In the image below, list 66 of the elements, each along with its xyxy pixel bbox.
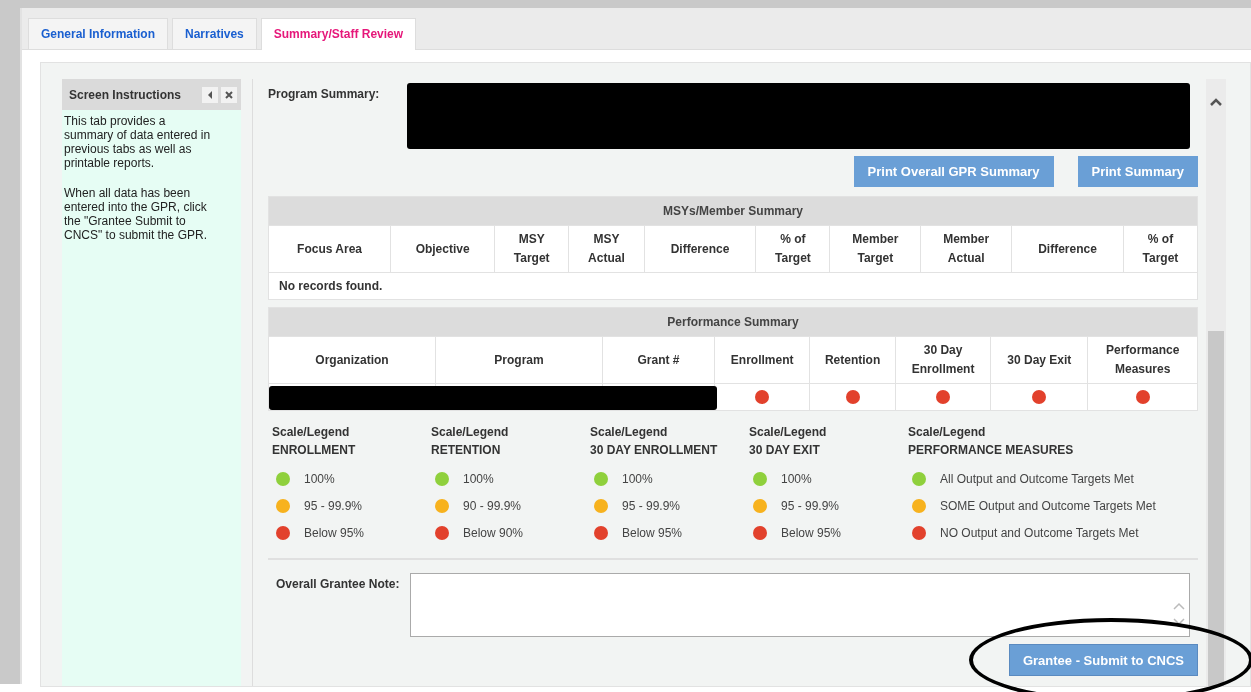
legend-label: NO Output and Outcome Targets Met [940,525,1139,540]
column-header: Organization [268,336,436,384]
legend-label: Below 95% [622,525,683,540]
column-header: Objective [390,225,495,273]
legend-label: 100% [304,471,335,486]
table-title: Performance Summary [268,307,1198,337]
tab[interactable]: Summary/Staff Review [260,18,417,50]
empty-message: No records found. [268,272,1198,300]
legend-heading: PERFORMANCE MEASURES [908,442,1075,459]
instruction-text: This tab provides a summary of data entered in previous tabs as well as printable reports. [63,114,212,170]
scroll-thumb[interactable] [1208,331,1224,686]
legend-heading: RETENTION [431,442,502,459]
submit-button[interactable]: Grantee - Submit to CNCS [1008,644,1198,676]
column-header: Member Actual [920,225,1012,273]
legend-label: SOME Output and Outcome Targets Met [940,498,1156,513]
column-header: MSY Target [494,225,569,273]
scroll-down-icon[interactable] [1173,618,1185,626]
column-header: MSY Actual [568,225,645,273]
legend-caption: Scale/Legend [431,424,510,441]
legend-heading: 30 DAY EXIT [749,442,821,459]
legend-label: All Output and Outcome Targets Met [940,471,1134,486]
column-header: Enrollment [714,336,810,384]
column-header: 30 Day Enrollment [895,336,991,384]
column-header: 30 Day Exit [990,336,1088,384]
legend-caption: Scale/Legend [272,424,351,441]
column-header: % of Target [1123,225,1198,273]
legend-label: Below 95% [304,525,365,540]
caret-left-icon [207,90,213,99]
column-header: Focus Area [268,225,391,273]
column-header: % of Target [755,225,830,273]
legend-label: 95 - 99.9% [781,498,840,513]
legend-label: 100% [622,471,653,486]
note-field[interactable] [410,573,1190,637]
tab[interactable]: General Information [28,18,169,49]
column-header: Performance Measures [1087,336,1198,384]
legend-label: Below 90% [463,525,524,540]
column-header: Retention [809,336,896,384]
scrollbar[interactable] [1206,79,1226,686]
print-button[interactable]: Print Overall GPR Summary [853,156,1054,187]
legend-caption: Scale/Legend [908,424,987,441]
column-header: Difference [644,225,756,273]
column-header: Program [435,336,603,384]
legend-label: 100% [781,471,812,486]
column-header: Member Target [829,225,921,273]
legend-label: 90 - 99.9% [463,498,522,513]
legend-label: 95 - 99.9% [622,498,681,513]
instruction-text: When all data has been entered into the GPR, click the "Grantee Submit to CNCS" to submit the GPR. [63,186,208,242]
collapse-button[interactable] [202,86,218,103]
panel-title: Screen Instructions [69,87,183,102]
print-button[interactable]: Print Summary [1077,156,1198,187]
legend-heading: 30 DAY ENROLLMENT [590,442,719,459]
legend-label: 95 - 99.9% [304,498,363,513]
legend-caption: Scale/Legend [749,424,828,441]
tab[interactable]: Narratives [172,18,257,49]
legend-label: Below 95% [781,525,842,540]
close-icon [225,90,233,99]
table-title: MSYs/Member Summary [268,196,1198,226]
field-label: Overall Grantee Note: [276,576,401,593]
legend-caption: Scale/Legend [590,424,669,441]
close-button[interactable] [221,86,237,103]
scroll-up-icon[interactable] [1209,97,1223,107]
column-header: Difference [1011,225,1124,273]
field-label: Program Summary: [268,86,381,103]
legend-label: 100% [463,471,494,486]
legend-heading: ENROLLMENT [272,442,357,459]
column-header: Grant # [602,336,715,384]
